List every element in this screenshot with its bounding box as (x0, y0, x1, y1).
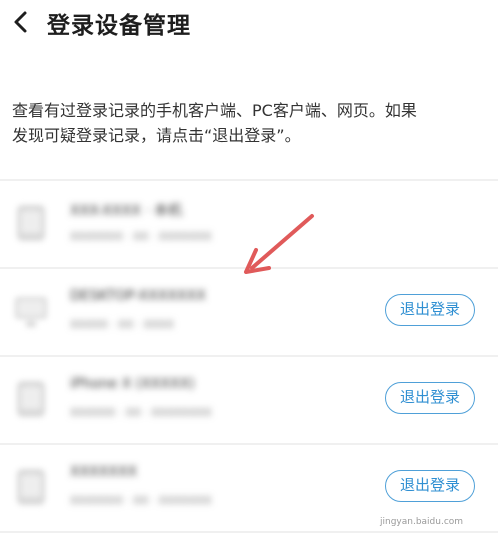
device-meta: XXXXX · XX · XXXX (70, 318, 174, 331)
logout-button[interactable]: 退出登录 (385, 470, 475, 502)
device-icon (17, 205, 45, 241)
device-row: iPhone X (XXXXX) XXXXXX · XX · XXXXXXXX … (0, 357, 498, 445)
chevron-left-icon[interactable] (8, 8, 36, 36)
device-icon (15, 297, 47, 327)
device-name: XXX-XXXX · 本机 (70, 203, 183, 219)
device-name: XXXXXXX (70, 464, 138, 480)
logout-button[interactable]: 退出登录 (385, 294, 475, 326)
description-text: 查看有过登录记录的手机客户端、PC客户端、网页。如果 发现可疑登录记录，请点击“… (12, 98, 488, 148)
device-list: XXX-XXXX · 本机 XXXXXXX · XX · XXXXXXX DES… (0, 181, 498, 533)
device-meta: XXXXXXX · XX · XXXXXXX (70, 230, 212, 243)
device-icon (17, 381, 45, 417)
logout-button[interactable]: 退出登录 (385, 382, 475, 414)
page-title: 登录设备管理 (47, 13, 191, 39)
description-line-1: 查看有过登录记录的手机客户端、PC客户端、网页。如果 (12, 101, 417, 120)
device-icon (17, 469, 45, 505)
header-bar: 登录设备管理 (0, 0, 498, 48)
device-meta: XXXXXX · XX · XXXXXXXX (70, 406, 212, 419)
device-meta: XXXXXXX · XX · XXXXXXX (70, 494, 212, 507)
device-name: DESKTOP-XXXXXXX (70, 288, 206, 304)
watermark: jingyan.baidu.com (380, 517, 464, 527)
device-row: DESKTOP-XXXXXXX XXXXX · XX · XXXX 退出登录 (0, 269, 498, 357)
device-row: XXX-XXXX · 本机 XXXXXXX · XX · XXXXXXX (0, 181, 498, 269)
device-name: iPhone X (XXXXX) (70, 376, 195, 392)
description-line-2: 发现可疑登录记录，请点击“退出登录”。 (12, 126, 301, 145)
